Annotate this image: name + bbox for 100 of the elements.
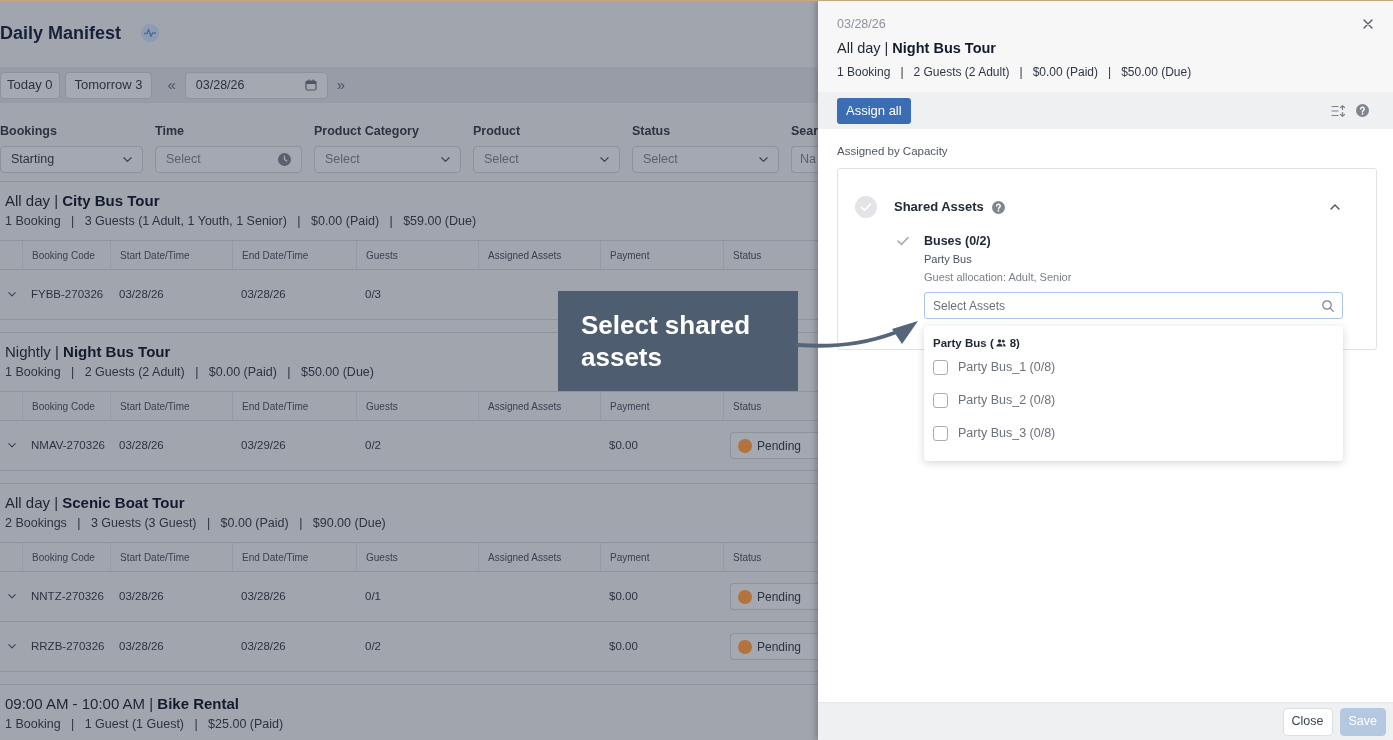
chevron-down-icon[interactable]	[8, 593, 16, 600]
table-cell-text: 03/28/26	[241, 588, 286, 604]
column-header: Guests	[356, 241, 478, 269]
group-heading: All day | City Bus Tour	[4, 191, 160, 211]
group-summary: 1 Booking | 3 Guests (1 Adult, 1 Youth, 1 Senior) | $0.00 (Paid) | $59.00 (Due)	[4, 213, 477, 230]
table-cell-text: 0/2	[365, 437, 381, 453]
calendar-icon[interactable]	[304, 79, 317, 91]
people-icon	[995, 339, 1006, 347]
panel-title: All day | Night Bus Tour	[837, 39, 997, 58]
sort-list-icon[interactable]	[1331, 104, 1345, 117]
filter-select[interactable]: Select	[632, 146, 779, 173]
column-header: Payment	[600, 543, 723, 571]
group-heading: 09:00 AM - 10:00 AM | Bike Rental	[4, 694, 240, 714]
column-header: Assigned Assets	[478, 392, 600, 420]
table-cell-text: $0.00	[609, 638, 638, 654]
column-header: Assigned Assets	[478, 241, 600, 269]
asset-option-label[interactable]: Party Bus_1 (0/8)	[958, 358, 1056, 377]
asset-search-field[interactable]: Select Assets	[924, 292, 1343, 319]
close-icon[interactable]	[1363, 19, 1373, 29]
filter-label: Bookings	[0, 123, 58, 139]
next-day-link[interactable]: »	[332, 75, 350, 95]
column-header: Start Date/Time	[110, 241, 232, 269]
panel-date: 03/28/26	[837, 16, 886, 33]
table-cell-text: 0/3	[365, 286, 381, 302]
table-cell-text: RRZB-270326	[31, 638, 105, 654]
column-header: End Date/Time	[232, 392, 356, 420]
dropdown-group-label: Party Bus (	[933, 336, 994, 351]
table-cell-text: 03/28/26	[119, 638, 164, 654]
asset-checkbox[interactable]	[933, 426, 948, 441]
help-icon[interactable]	[991, 200, 1005, 214]
time-field[interactable]: Select	[155, 146, 302, 173]
assign-all-button[interactable]: Assign all	[837, 97, 911, 124]
search-field[interactable]: Na	[791, 146, 818, 173]
group-summary: 1 Booking | 1 Guest (1 Guest) | $25.00 (Paid)	[4, 716, 284, 733]
asset-option-label[interactable]: Party Bus_3 (0/8)	[958, 424, 1056, 443]
close-button[interactable]: Close	[1282, 707, 1333, 736]
chevron-down-icon[interactable]	[8, 643, 16, 650]
table-cell-text: 03/28/26	[119, 588, 164, 604]
filter-label: Product	[473, 123, 522, 139]
column-header: End Date/Time	[232, 543, 356, 571]
chevron-down-icon	[759, 155, 768, 164]
column-header: Booking Code	[22, 543, 110, 571]
status-button[interactable]: Pending	[730, 432, 818, 459]
requirement-title: Buses (0/2)	[924, 233, 992, 250]
group-heading: Nightly | Night Bus Tour	[4, 342, 171, 362]
table-cell-text: 0/1	[365, 588, 381, 604]
chevron-down-icon	[441, 155, 450, 164]
chevron-down-icon[interactable]	[8, 291, 16, 298]
page-title: Daily Manifest	[0, 22, 122, 44]
asset-checkbox[interactable]	[933, 360, 948, 375]
guest-allocation-text: Guest allocation: Adult, Senior	[924, 270, 1073, 285]
column-header: Guests	[356, 392, 478, 420]
column-header: Booking Code	[22, 392, 110, 420]
asset-group-title: Shared Assets	[894, 198, 984, 217]
column-header: End Date/Time	[232, 241, 356, 269]
column-header: Guests	[356, 543, 478, 571]
table-cell-text: FYBB-270326	[31, 286, 104, 302]
table-cell-text: 03/28/26	[119, 437, 164, 453]
previous-day-link[interactable]: «	[163, 75, 180, 95]
date-field[interactable]: 03/28/26	[184, 71, 328, 99]
chevron-down-icon	[123, 155, 132, 164]
table-cell-text: $0.00	[609, 588, 638, 604]
table-cell-text: $0.00	[609, 437, 638, 453]
day-button[interactable]: Today 0	[0, 71, 60, 99]
table-cell-text: 03/28/26	[241, 638, 286, 654]
callout-note: Select shared assets	[558, 291, 798, 391]
table-cell-text: NNTZ-270326	[31, 588, 104, 604]
table-cell-text: 03/28/26	[241, 286, 286, 302]
asset-type-text: Party Bus	[924, 252, 973, 267]
panel-summary: 1 Booking | 2 Guests (2 Adult) | $0.00 (Paid) | $50.00 (Due)	[837, 64, 1193, 81]
table-cell-text: 0/2	[365, 638, 381, 654]
day-button[interactable]: Tomorrow 3	[64, 71, 153, 99]
column-header: Payment	[600, 241, 723, 269]
clock-icon	[278, 153, 291, 166]
asset-checkbox[interactable]	[933, 393, 948, 408]
column-header: Payment	[600, 392, 723, 420]
status-dot-icon	[738, 438, 752, 453]
search-icon	[1322, 299, 1334, 312]
filter-select[interactable]: Starting	[0, 146, 143, 173]
filter-label: Time	[155, 123, 185, 139]
filter-select[interactable]: Select	[473, 146, 620, 173]
chevron-down-icon	[600, 155, 609, 164]
column-header: Start Date/Time	[110, 543, 232, 571]
filter-select[interactable]: Select	[314, 146, 461, 173]
group-summary: 2 Bookings | 3 Guests (3 Guest) | $0.00 (Paid) | $90.00 (Due)	[4, 515, 386, 532]
status-dot-icon	[738, 589, 752, 604]
chevron-down-icon[interactable]	[8, 442, 16, 449]
table-cell-text: 03/28/26	[119, 286, 164, 302]
group-summary: 1 Booking | 2 Guests (2 Adult) | $0.00 (Paid) | $50.00 (Due)	[4, 364, 374, 381]
activity-icon[interactable]	[141, 24, 160, 42]
dropdown-group-label: 8)	[1009, 336, 1020, 351]
filter-label: Product Category	[314, 123, 420, 139]
chevron-up-icon[interactable]	[1330, 203, 1340, 211]
status-button[interactable]: Pending	[730, 583, 818, 610]
asset-option-label[interactable]: Party Bus_2 (0/8)	[958, 391, 1056, 410]
column-header: Start Date/Time	[110, 392, 232, 420]
help-icon[interactable]	[1356, 104, 1369, 117]
table-cell-text: NMAV-270326	[31, 437, 105, 453]
status-button[interactable]: Pending	[730, 633, 818, 660]
group-heading: All day | Scenic Boat Tour	[4, 493, 185, 513]
